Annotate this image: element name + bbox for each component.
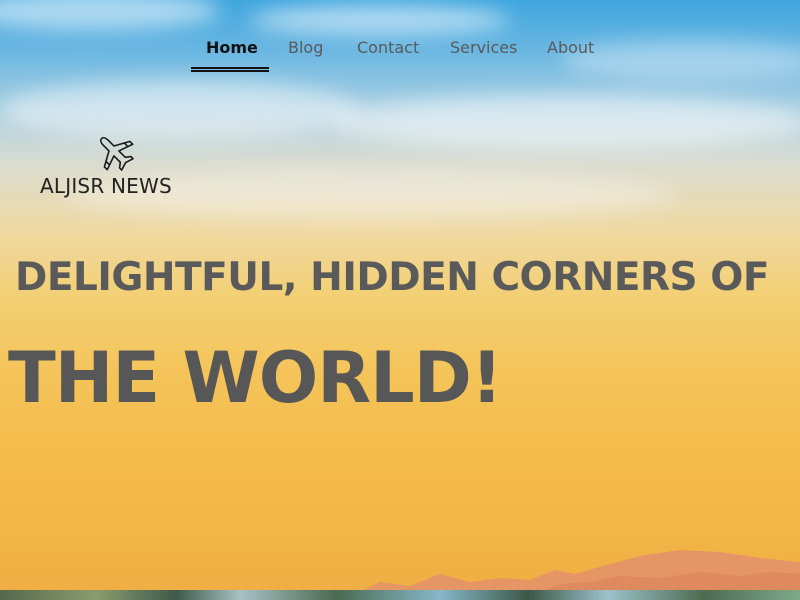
site-logo[interactable]: ALJISR NEWS — [38, 128, 193, 204]
mountain-silhouette — [360, 550, 800, 592]
cloud — [330, 95, 800, 150]
hero-headline-line1: DELIGHTFUL, HIDDEN CORNERS OF — [15, 255, 770, 300]
hero-headline-line2: THE WORLD! — [8, 337, 503, 419]
hero-background — [0, 0, 800, 600]
airplane-icon — [99, 136, 134, 171]
active-nav-indicator — [191, 67, 269, 72]
nav-item-blog[interactable]: Blog — [288, 38, 323, 57]
main-nav: Home Blog Contact Services About — [0, 30, 800, 74]
nav-item-contact[interactable]: Contact — [357, 38, 419, 57]
nav-item-about[interactable]: About — [547, 38, 594, 57]
nav-item-home[interactable]: Home — [206, 38, 258, 57]
palm-trees-strip — [0, 590, 800, 600]
cloud — [0, 0, 220, 30]
logo-text: ALJISR NEWS — [40, 174, 172, 198]
nav-item-services[interactable]: Services — [450, 38, 517, 57]
